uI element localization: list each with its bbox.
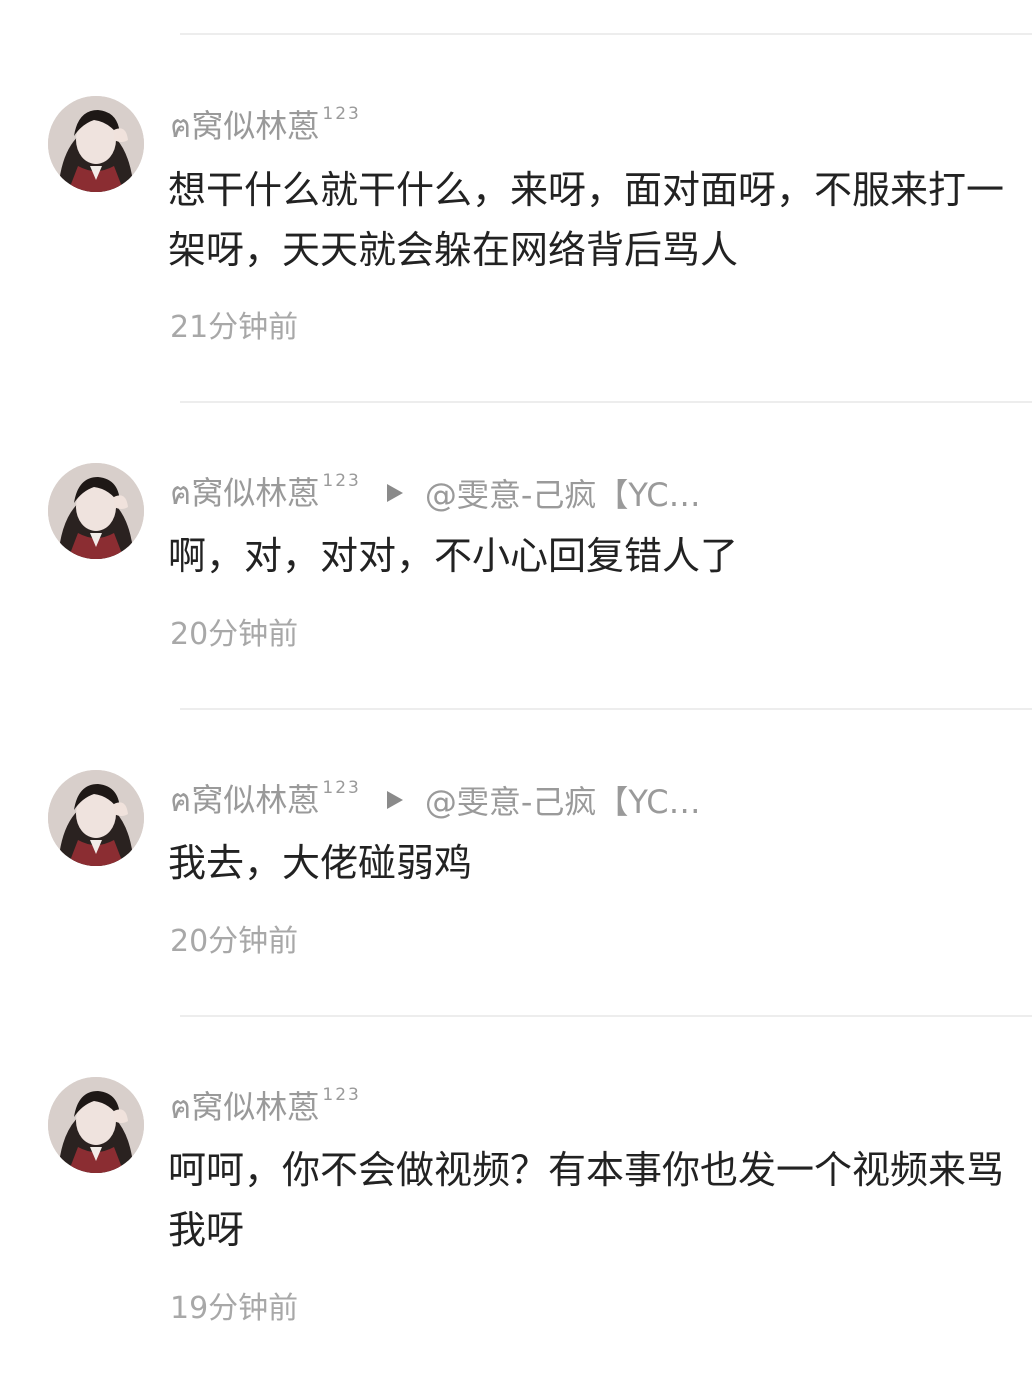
divider	[180, 401, 1032, 403]
comment-time: 19分钟前	[170, 1291, 299, 1326]
avatar[interactable]	[48, 770, 144, 866]
level-badge: 123	[322, 104, 361, 124]
avatar[interactable]	[48, 1077, 144, 1173]
avatar[interactable]	[48, 463, 144, 559]
level-badge: 123	[322, 471, 361, 491]
author-name[interactable]: ฅ窝似林蒽	[170, 101, 319, 152]
level-badge: 123	[322, 778, 361, 798]
comment-header: ฅ窝似林蒽 123 @雯意-己疯【YC…	[170, 471, 701, 515]
play-triangle-icon	[386, 484, 403, 502]
author-name[interactable]: ฅ窝似林蒽	[170, 468, 319, 519]
author-name[interactable]: ฅ窝似林蒽	[170, 1082, 319, 1133]
author-name[interactable]: ฅ窝似林蒽	[170, 775, 319, 826]
reply-target[interactable]: @雯意-己疯【YC…	[425, 470, 701, 516]
divider	[180, 708, 1032, 710]
comment-time: 20分钟前	[170, 924, 299, 959]
avatar[interactable]	[48, 96, 144, 192]
comment-text[interactable]: 呵呵，你不会做视频？有本事你也发一个视频来骂我呀	[168, 1140, 1016, 1260]
comment-header: ฅ窝似林蒽 123 @雯意-己疯【YC…	[170, 778, 701, 822]
comment-header: ฅ窝似林蒽 123	[170, 1085, 361, 1129]
play-triangle-icon	[386, 791, 403, 809]
reply-target[interactable]: @雯意-己疯【YC…	[425, 777, 701, 823]
divider	[180, 1015, 1032, 1017]
comment-time: 20分钟前	[170, 617, 299, 652]
comment-time: 21分钟前	[170, 310, 299, 345]
divider	[180, 33, 1032, 35]
comment-text[interactable]: 啊，对，对对，不小心回复错人了	[168, 526, 1016, 586]
comment-header: ฅ窝似林蒽 123	[170, 104, 361, 148]
comment-text[interactable]: 想干什么就干什么，来呀，面对面呀，不服来打一架呀，天天就会躲在网络背后骂人	[168, 160, 1016, 280]
comment-text[interactable]: 我去，大佬碰弱鸡	[168, 833, 1016, 893]
level-badge: 123	[322, 1085, 361, 1105]
